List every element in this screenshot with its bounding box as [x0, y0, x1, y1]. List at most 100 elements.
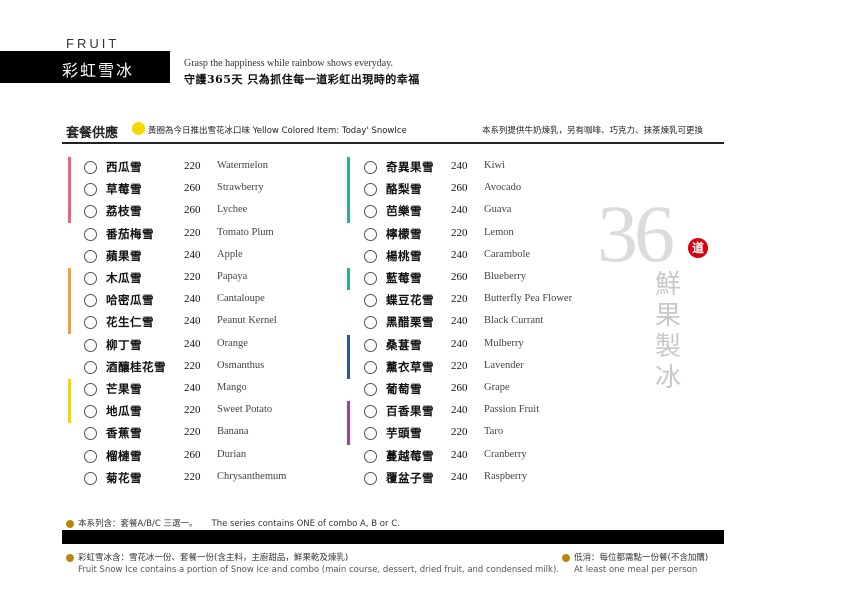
item-price: 260 [451, 271, 468, 283]
select-circle-icon[interactable] [364, 205, 377, 219]
page-title: 彩虹雪冰 [62, 61, 135, 80]
item-name-en: Banana [217, 426, 249, 438]
item-name-zh: 桑葚雪 [386, 337, 422, 352]
select-circle-icon[interactable] [84, 316, 97, 330]
item-price: 220 [184, 426, 201, 439]
select-circle-icon[interactable] [84, 449, 97, 463]
item-price: 220 [451, 426, 468, 439]
select-circle-icon[interactable] [84, 227, 97, 241]
item-price: 240 [451, 160, 468, 172]
item-price: 240 [451, 404, 468, 417]
item-price: 240 [451, 470, 468, 483]
select-circle-icon[interactable] [84, 383, 97, 396]
item-price: 240 [451, 204, 468, 217]
item-name-en: Mango [217, 382, 247, 393]
select-circle-icon[interactable] [84, 338, 97, 352]
yellow-item-note: 黃圈為今日推出雪花冰口味 Yellow Colored Item: Today'… [148, 126, 407, 136]
menu-item: 奇異果雪 240 Kiwi [347, 157, 637, 179]
menu-item: 草莓雪 260 Strawberry [68, 179, 358, 202]
select-circle-icon[interactable] [364, 183, 377, 197]
bullet-dot-icon [66, 519, 74, 528]
select-circle-icon[interactable] [364, 383, 377, 396]
select-circle-icon[interactable] [364, 227, 377, 241]
select-circle-icon[interactable] [84, 405, 97, 419]
item-name-en: Lemon [484, 226, 514, 238]
item-price: 240 [184, 382, 201, 394]
item-price: 220 [184, 226, 201, 239]
item-price: 240 [184, 337, 201, 350]
color-stripe [347, 179, 350, 202]
item-price: 220 [184, 359, 201, 372]
menu-item: 覆盆子雪 240 Raspberry [347, 468, 637, 490]
color-stripe [68, 290, 71, 313]
item-price: 240 [184, 248, 201, 261]
item-name-en: Strawberry [217, 182, 264, 194]
item-name-zh: 花生仁雪 [106, 315, 154, 330]
color-stripe [347, 268, 350, 290]
color-stripe [68, 312, 71, 335]
contents-note-zh: 彩虹雪冰含：雪花冰一份、套餐一份(含主料，主廚甜品，鮮果乾及煉乳) [78, 553, 349, 563]
series-note-zh: 本系列含：套餐A/B/C 三選一。 [78, 519, 198, 529]
item-price: 260 [451, 382, 468, 394]
item-name-en: Chrysanthemum [217, 470, 287, 482]
select-circle-icon[interactable] [84, 249, 97, 263]
contents-note-en: Fruit Snow Ice contains a portion of Sno… [78, 565, 559, 575]
color-stripe [68, 268, 71, 290]
item-name-zh: 木瓜雪 [106, 271, 142, 285]
item-name-en: Taro [484, 426, 504, 438]
select-circle-icon[interactable] [364, 316, 377, 330]
item-name-zh: 覆盆子雪 [386, 470, 434, 485]
select-circle-icon[interactable] [84, 205, 97, 219]
item-name-zh: 草莓雪 [106, 182, 142, 197]
menu-item: 楊桃雪 240 Carambole [347, 246, 637, 268]
select-circle-icon[interactable] [364, 449, 377, 463]
item-price: 240 [451, 315, 468, 328]
item-name-zh: 薰衣草雪 [386, 359, 434, 374]
item-name-zh: 哈密瓜雪 [106, 293, 154, 308]
select-circle-icon[interactable] [364, 294, 377, 308]
select-circle-icon[interactable] [84, 272, 97, 285]
minimum-note-zh: 低消：每位都需點一份餐(不含加購) [574, 553, 709, 563]
select-circle-icon[interactable] [364, 272, 377, 285]
color-stripe [347, 356, 350, 379]
item-name-en: Carambole [484, 248, 531, 260]
item-name-en: Guava [484, 204, 512, 216]
select-circle-icon[interactable] [84, 360, 97, 374]
item-price: 220 [184, 404, 201, 417]
item-name-en: Durian [217, 448, 247, 460]
select-circle-icon[interactable] [364, 360, 377, 374]
select-circle-icon[interactable] [364, 249, 377, 263]
select-circle-icon[interactable] [364, 338, 377, 352]
select-circle-icon[interactable] [84, 471, 97, 485]
item-name-en: Apple [217, 248, 243, 260]
select-circle-icon[interactable] [84, 161, 97, 174]
item-name-zh: 酒釀桂花雪 [106, 359, 166, 374]
item-name-en: Kiwi [484, 160, 505, 171]
title-bar: 彩虹雪冰 [0, 51, 170, 83]
menu-item: 酪梨雪 260 Avocado [347, 179, 637, 202]
select-circle-icon[interactable] [84, 183, 97, 197]
item-name-en: Lavender [484, 359, 524, 371]
select-circle-icon[interactable] [84, 294, 97, 308]
item-name-en: Papaya [217, 271, 248, 282]
vertical-title: 鮮果製冰 [654, 270, 681, 393]
item-name-zh: 番茄梅雪 [106, 226, 154, 241]
item-name-zh: 藍莓雪 [386, 271, 422, 285]
select-circle-icon[interactable] [364, 161, 377, 174]
menu-item: 藍莓雪 260 Blueberry [347, 268, 637, 290]
item-name-zh: 香蕉雪 [106, 426, 142, 441]
select-circle-icon[interactable] [364, 471, 377, 485]
color-stripe [347, 401, 350, 424]
item-name-zh: 荔枝雪 [106, 204, 142, 219]
item-price: 240 [184, 315, 201, 328]
menu-item: 柳丁雪 240 Orange [68, 335, 358, 357]
item-price: 260 [184, 448, 201, 461]
color-stripe [68, 201, 71, 224]
item-name-zh: 菊花雪 [106, 470, 142, 485]
select-circle-icon[interactable] [84, 427, 97, 441]
menu-item: 桑葚雪 240 Mulberry [347, 334, 637, 357]
select-circle-icon[interactable] [364, 427, 377, 441]
item-name-en: Black Currant [484, 315, 544, 327]
select-circle-icon[interactable] [364, 405, 377, 419]
bullet-dot-icon [66, 553, 74, 562]
